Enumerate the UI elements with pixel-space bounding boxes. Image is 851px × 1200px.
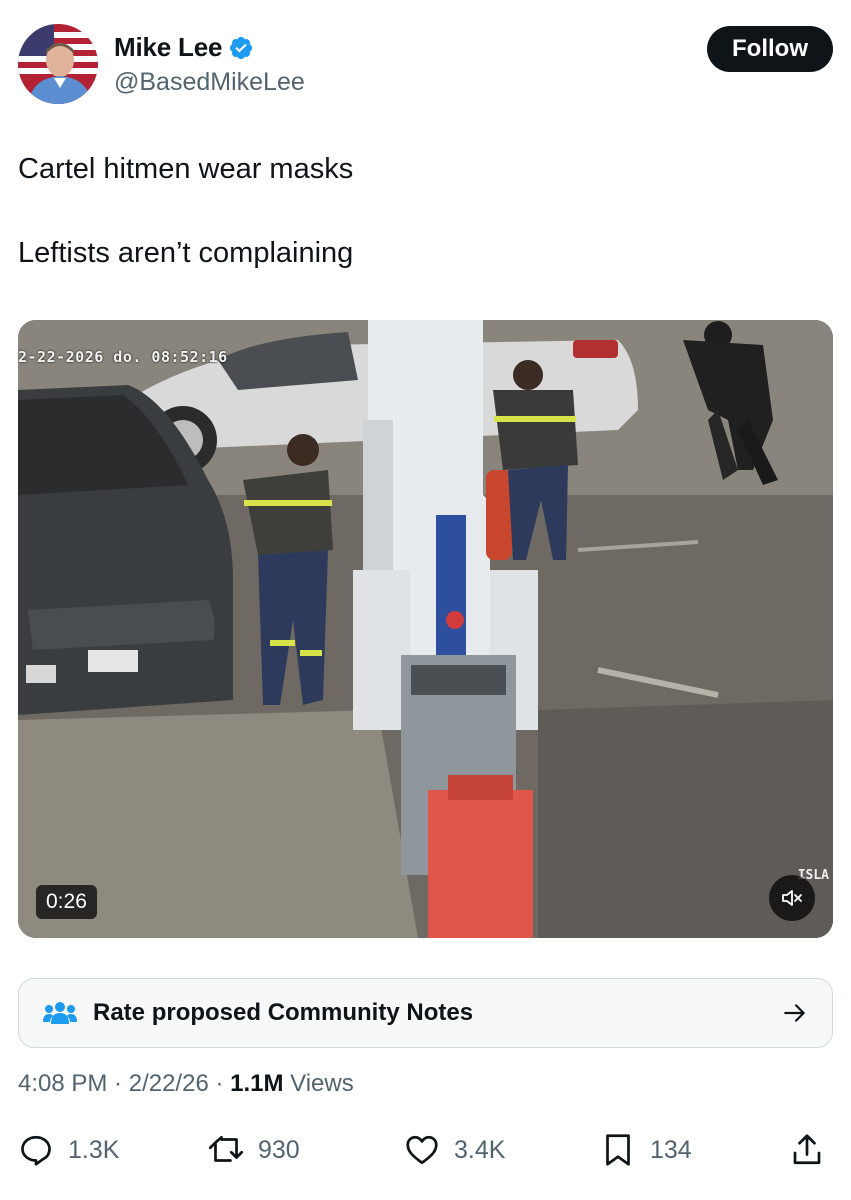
avatar-image xyxy=(18,24,98,104)
reply-count: 1.3K xyxy=(68,1135,120,1164)
bookmark-button[interactable]: 134 xyxy=(600,1128,692,1172)
views-count: 1.1M xyxy=(230,1070,284,1097)
community-notes-label: Rate proposed Community Notes xyxy=(93,999,474,1026)
author-display-name[interactable]: Mike Lee xyxy=(114,32,222,63)
tweet-date[interactable]: 2/22/26 xyxy=(129,1070,209,1097)
video-frame xyxy=(18,320,833,938)
camera-timestamp: 2-22-2026 do. 08:52:16 xyxy=(18,348,228,366)
repost-icon xyxy=(208,1135,244,1162)
tweet-text: Cartel hitmen wear masks Leftists aren’t… xyxy=(18,153,354,269)
repost-button[interactable]: 930 xyxy=(208,1128,300,1172)
author-name-row: Mike Lee xyxy=(114,32,254,63)
action-bar: 1.3K 930 3.4K 134 xyxy=(18,1128,833,1172)
meta-separator: · xyxy=(107,1070,129,1097)
share-icon xyxy=(793,1134,821,1165)
heart-icon xyxy=(406,1135,438,1165)
author-avatar[interactable] xyxy=(18,24,98,104)
community-notes-card[interactable]: Rate proposed Community Notes xyxy=(18,978,833,1048)
bookmark-icon xyxy=(606,1134,630,1166)
mute-button[interactable] xyxy=(769,875,815,921)
meta-separator: · xyxy=(208,1070,231,1097)
reply-icon xyxy=(21,1135,51,1166)
bookmark-count: 134 xyxy=(650,1135,692,1164)
like-count: 3.4K xyxy=(454,1135,506,1164)
follow-button[interactable]: Follow xyxy=(707,26,833,72)
video-duration: 0:26 xyxy=(36,885,97,919)
repost-count: 930 xyxy=(258,1135,300,1164)
people-icon xyxy=(43,1002,77,1024)
views-label: Views xyxy=(283,1070,354,1097)
tweet-time[interactable]: 4:08 PM xyxy=(18,1070,107,1097)
reply-button[interactable]: 1.3K xyxy=(18,1128,119,1172)
tweet-header: Mike Lee @BasedMikeLee Follow xyxy=(18,22,833,106)
verified-badge-icon[interactable] xyxy=(228,35,254,61)
arrow-right-icon xyxy=(784,1004,805,1022)
video-player[interactable]: 2-22-2026 do. 08:52:16 0:26 ISLA xyxy=(18,320,833,938)
speaker-muted-icon xyxy=(782,890,802,906)
like-button[interactable]: 3.4K xyxy=(404,1128,505,1172)
tweet-meta: 4:08 PM · 2/22/26 · 1.1M Views xyxy=(18,1070,354,1098)
share-button[interactable] xyxy=(789,1128,825,1172)
author-handle[interactable]: @BasedMikeLee xyxy=(114,68,305,97)
